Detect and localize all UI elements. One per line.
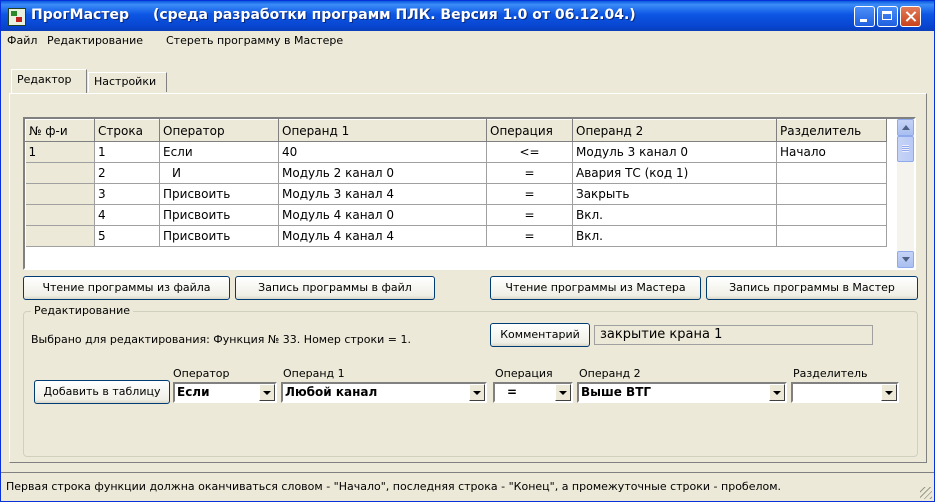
menu-erase-master[interactable]: Стереть программу в Мастере [166,34,343,47]
selected-info-text: Выбрано для редактирования: Функция № 33… [31,333,412,346]
chevron-down-icon[interactable] [469,384,485,401]
table-cell-operand1[interactable]: Модуль 2 канал 0 [278,162,487,184]
table-cell-operand1[interactable]: Модуль 4 канал 0 [278,204,487,226]
read-master-button[interactable]: Чтение программы из Мастера [490,276,701,300]
tab-editor[interactable]: Редактор [11,69,87,93]
table-cell-operation[interactable]: <= [486,141,573,163]
operand1-select[interactable]: Любой канал [281,382,487,403]
chevron-down-icon[interactable] [881,384,897,401]
table-cell-operand2[interactable]: Вкл. [572,204,777,226]
table-cell-operand1[interactable]: Модуль 4 канал 4 [278,225,487,247]
table-row[interactable]: 2 И Модуль 2 канал 0 = Авария ТС (код 1) [25,162,887,184]
operand1-value: Любой канал [285,385,378,399]
table-row[interactable]: 1 1 Если 40 <= Модуль 3 канал 0 Начало [25,141,887,163]
add-to-table-button[interactable]: Добавить в таблицу [34,380,170,404]
operand1-label: Операнд 1 [283,367,345,380]
scroll-thumb[interactable] [897,136,914,162]
close-button[interactable] [900,6,921,27]
table-cell-fn-no[interactable]: 1 [25,141,95,163]
app-name: ПрогМастер [31,7,129,23]
title-bar[interactable]: ПрогМастер (среда разработки программ ПЛК… [1,1,934,31]
table-cell-operator[interactable]: Присвоить [159,225,279,247]
comment-field: закрытие крана 1 [594,325,873,345]
table-cell-row-no[interactable]: 3 [94,183,160,205]
table-row[interactable]: 3 Присвоить Модуль 3 канал 4 = Закрыть [25,183,887,205]
operation-label: Операция [495,367,553,380]
operation-value: = [507,385,518,399]
table-cell-operation[interactable]: = [486,204,573,226]
table-scrollbar[interactable] [897,119,914,268]
app-window: ПрогМастер (среда разработки программ ПЛК… [0,0,935,502]
operand2-label: Операнд 2 [579,367,641,380]
scroll-down-icon[interactable] [897,251,914,268]
table-cell-operand2[interactable]: Авария ТС (код 1) [572,162,777,184]
table-cell-fn-no[interactable] [25,183,95,205]
window-subtitle: (среда разработки программ ПЛК. Версия 1… [152,7,636,23]
app-icon [8,8,26,26]
table-cell-operator[interactable]: И [159,162,279,184]
comment-button[interactable]: Комментарий [490,323,590,347]
table-cell-operation[interactable]: = [486,225,573,247]
table-cell-operand1[interactable]: Модуль 3 канал 4 [278,183,487,205]
table-cell-separator[interactable] [776,183,887,205]
tab-settings[interactable]: Настройки [88,72,167,92]
window-title: ПрогМастер (среда разработки программ ПЛК… [31,7,636,23]
table-cell-separator[interactable]: Начало [776,141,887,163]
menu-bar: Файл Редактирование Стереть программу в … [1,32,934,50]
table-cell-row-no[interactable]: 2 [94,162,160,184]
column-header-operator[interactable]: Оператор [159,119,279,142]
program-table[interactable]: № ф-и Строка Оператор Операнд 1 Операция Опер… [23,117,916,270]
operator-label: Оператор [173,367,230,380]
operation-select[interactable]: = [493,382,573,403]
table-cell-separator[interactable] [776,225,887,247]
table-cell-operator[interactable]: Присвоить [159,183,279,205]
operator-select[interactable]: Если [173,382,277,403]
table-cell-operand2[interactable]: Вкл. [572,225,777,247]
table-cell-fn-no[interactable] [25,204,95,226]
table-cell-fn-no[interactable] [25,162,95,184]
status-bar: Первая строка функции должна оканчиватьс… [1,472,934,501]
column-header-fn-no[interactable]: № ф-и [25,119,95,142]
operator-value: Если [177,385,210,399]
table-cell-separator[interactable] [776,204,887,226]
column-header-operation[interactable]: Операция [486,119,573,142]
status-text: Первая строка функции должна оканчиватьс… [6,480,782,493]
read-file-button[interactable]: Чтение программы из файла [23,276,230,300]
table-cell-row-no[interactable]: 4 [94,204,160,226]
write-master-button[interactable]: Запись программы в Мастер [706,276,918,300]
write-file-button[interactable]: Запись программы в файл [235,276,435,300]
chevron-down-icon[interactable] [555,384,571,401]
table-cell-operator[interactable]: Присвоить [159,204,279,226]
menu-edit[interactable]: Редактирование [47,34,143,47]
table-cell-operand1[interactable]: 40 [278,141,487,163]
table-cell-operator[interactable]: Если [159,141,279,163]
table-row[interactable]: 5 Присвоить Модуль 4 канал 4 = Вкл. [25,225,887,247]
table-cell-operation[interactable]: = [486,183,573,205]
table-header-row: № ф-и Строка Оператор Операнд 1 Операция Опер… [25,119,887,142]
table-cell-operation[interactable]: = [486,162,573,184]
column-header-separator[interactable]: Разделитель [776,119,887,142]
table-cell-separator[interactable] [776,162,887,184]
separator-select[interactable] [791,382,899,403]
column-header-operand2[interactable]: Операнд 2 [572,119,777,142]
table-cell-operand2[interactable]: Закрыть [572,183,777,205]
chevron-down-icon[interactable] [259,384,275,401]
table-row[interactable]: 4 Присвоить Модуль 4 канал 0 = Вкл. [25,204,887,226]
separator-label: Разделитель [793,367,868,380]
resize-grip-icon[interactable] [920,487,932,499]
operand2-value: Выше ВТГ [581,385,652,399]
table-cell-fn-no[interactable] [25,225,95,247]
operand2-select[interactable]: Выше ВТГ [577,382,787,403]
table-cell-operand2[interactable]: Модуль 3 канал 0 [572,141,777,163]
chevron-down-icon[interactable] [769,384,785,401]
table-cell-row-no[interactable]: 5 [94,225,160,247]
maximize-button[interactable] [877,6,898,27]
column-header-operand1[interactable]: Операнд 1 [278,119,487,142]
table-cell-row-no[interactable]: 1 [94,141,160,163]
column-header-row-no[interactable]: Строка [94,119,160,142]
minimize-button[interactable] [854,6,875,27]
scroll-up-icon[interactable] [897,119,914,136]
editing-group-label: Редактирование [31,304,133,317]
menu-file[interactable]: Файл [7,34,37,47]
